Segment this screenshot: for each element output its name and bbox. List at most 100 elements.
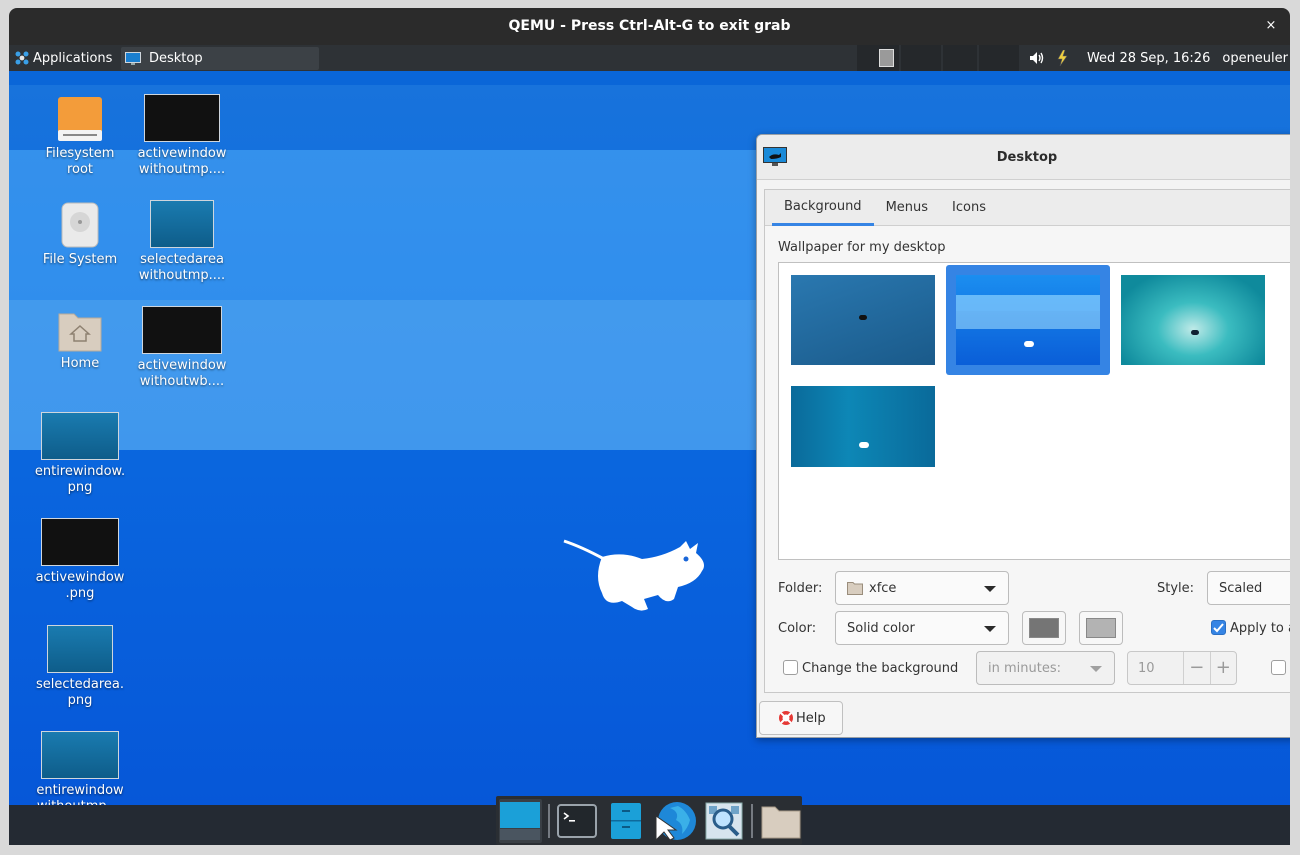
help-label: Help xyxy=(796,710,826,726)
folder-combo[interactable]: xfce xyxy=(835,571,1009,605)
desktop-icon-selectedarea-png[interactable]: selectedarea. png xyxy=(32,625,128,709)
screenshot-thumbnail xyxy=(142,306,222,354)
style-combo[interactable]: Scaled xyxy=(1207,571,1290,605)
tab-background[interactable]: Background xyxy=(772,190,874,226)
xfce-mouse-logo-icon xyxy=(563,539,704,611)
taskbar-item-label: Desktop xyxy=(149,51,203,66)
desktop-icon-entirewindow-png[interactable]: entirewindow. png xyxy=(32,412,128,496)
dock-web-browser[interactable] xyxy=(653,799,696,843)
dock-home-folder[interactable] xyxy=(759,799,802,843)
wallpaper-thumbnail[interactable] xyxy=(791,386,935,467)
tab-icons[interactable]: Icons xyxy=(940,190,998,226)
interval-value: 10 xyxy=(1138,660,1155,676)
magnifier-icon xyxy=(705,802,743,839)
desktop-icon-activewindow-png[interactable]: activewindow .png xyxy=(32,518,128,602)
volume-icon[interactable] xyxy=(1029,51,1045,65)
interval-unit-combo[interactable]: in minutes: xyxy=(976,651,1115,685)
dock-show-desktop[interactable] xyxy=(499,798,542,843)
folder-label: Folder: xyxy=(778,581,823,596)
chevron-down-icon xyxy=(984,586,996,592)
wallpaper-thumbnail[interactable] xyxy=(956,275,1100,365)
desktop-icon-home[interactable]: Home xyxy=(32,308,128,372)
workspace-2[interactable] xyxy=(901,45,941,71)
color-label: Color: xyxy=(778,621,817,636)
wallpaper-section-label: Wallpaper for my desktop xyxy=(778,240,946,255)
wallpaper-thumbnail[interactable] xyxy=(1121,275,1265,365)
mouse-mark-icon xyxy=(1191,330,1199,335)
user-menu[interactable]: openeuler xyxy=(1222,51,1288,66)
desktop-icon-filesystem-root[interactable]: Filesystem root xyxy=(32,96,128,178)
workspace-active-indicator xyxy=(879,49,894,67)
interval-unit-value: in minutes: xyxy=(988,660,1061,676)
change-background-checkbox[interactable] xyxy=(783,660,798,675)
folder-icon xyxy=(847,582,863,595)
chevron-down-icon xyxy=(984,626,996,632)
tab-menus[interactable]: Menus xyxy=(874,190,940,226)
screenshot-thumbnail xyxy=(41,731,119,779)
mouse-mark-icon xyxy=(1024,341,1034,347)
desktop-icon-entirewindow-withoutmp[interactable]: entirewindow withoutmp.... xyxy=(32,731,128,815)
wallpaper-grid xyxy=(778,262,1290,560)
mouse-mark-icon xyxy=(859,315,867,320)
terminal-icon xyxy=(557,803,598,838)
secondary-color-button[interactable] xyxy=(1079,611,1123,645)
clock[interactable]: Wed 28 Sep, 16:26 xyxy=(1087,51,1210,66)
primary-color-button[interactable] xyxy=(1022,611,1066,645)
screenshot-thumbnail xyxy=(41,412,119,460)
system-tray: Wed 28 Sep, 16:26 openeuler xyxy=(1029,45,1290,71)
dialog-titlebar[interactable]: Desktop xyxy=(757,135,1290,180)
screenshot-thumbnail xyxy=(144,94,220,142)
power-plug-icon[interactable] xyxy=(1055,50,1069,66)
tab-bar: Background Menus Icons xyxy=(765,190,1290,226)
folder-icon xyxy=(761,806,801,838)
decrement-button[interactable]: − xyxy=(1183,652,1209,684)
dialog-content: Background Menus Icons Wallpaper for my … xyxy=(764,189,1290,693)
taskbar-item-desktop[interactable]: Desktop xyxy=(121,47,319,70)
desktop-settings-dialog: Desktop Background Menus Icons Wallpaper… xyxy=(756,134,1290,738)
qemu-title: QEMU - Press Ctrl-Alt-G to exit grab xyxy=(508,18,791,34)
color-style-combo[interactable]: Solid color xyxy=(835,611,1009,645)
applications-menu[interactable]: Applications ⋮ xyxy=(11,45,131,71)
desktop-icon-selectedarea-withoutmp[interactable]: selectedarea withoutmp.... xyxy=(134,200,230,284)
chevron-down-icon xyxy=(1090,666,1102,672)
workspace-4[interactable] xyxy=(979,45,1019,71)
screenshot-thumbnail xyxy=(150,200,214,248)
vm-display: Applications ⋮ Desktop xyxy=(9,45,1290,845)
checkmark-icon xyxy=(1213,623,1224,633)
workspace-3[interactable] xyxy=(943,45,977,71)
desktop-icon-activewindow-withoutmp[interactable]: activewindow withoutmp.... xyxy=(134,94,230,178)
desktop-icon-file-system[interactable]: File System xyxy=(32,202,128,268)
help-button[interactable]: Help xyxy=(759,701,843,735)
change-background-label: Change the background xyxy=(802,661,959,676)
desktop-icon-label: Filesystem root xyxy=(45,146,115,177)
random-order-checkbox[interactable] xyxy=(1271,660,1286,675)
primary-color-swatch xyxy=(1029,618,1059,638)
globe-icon xyxy=(655,801,696,841)
top-panel: Applications ⋮ Desktop xyxy=(9,45,1290,71)
screenshot-thumbnail xyxy=(47,625,113,673)
desktop-icon-label: activewindow withoutwb.... xyxy=(137,358,227,389)
qemu-titlebar: QEMU - Press Ctrl-Alt-G to exit grab × xyxy=(9,8,1290,45)
apply-to-all-checkbox[interactable] xyxy=(1211,620,1226,635)
increment-button[interactable]: + xyxy=(1209,652,1236,684)
drive-icon xyxy=(58,97,102,141)
wallpaper-thumbnail[interactable] xyxy=(791,275,935,365)
interval-spinner[interactable]: 10 − + xyxy=(1127,651,1237,685)
applications-label: Applications xyxy=(33,50,113,66)
hard-disk-icon xyxy=(61,202,99,248)
desktop-icon-label: activewindow withoutmp.... xyxy=(137,146,227,177)
screen: QEMU - Press Ctrl-Alt-G to exit grab × A… xyxy=(0,0,1300,855)
dock-file-manager[interactable] xyxy=(605,799,648,843)
style-value: Scaled xyxy=(1219,580,1263,596)
close-icon[interactable]: × xyxy=(1262,17,1280,35)
desktop-icon-label: entirewindow. png xyxy=(34,464,126,495)
xfce-logo-icon xyxy=(15,51,29,65)
dock-app-finder[interactable] xyxy=(702,799,745,843)
file-cabinet-icon xyxy=(611,802,642,839)
dialog-title: Desktop xyxy=(996,150,1058,165)
wallpaper-band xyxy=(956,295,1100,311)
dock-terminal[interactable] xyxy=(556,799,599,843)
desktop-icon-label: Home xyxy=(60,356,100,371)
desktop-icon-label: selectedarea. png xyxy=(36,677,124,708)
desktop-icon-activewindow-withoutwb[interactable]: activewindow withoutwb.... xyxy=(134,306,230,390)
